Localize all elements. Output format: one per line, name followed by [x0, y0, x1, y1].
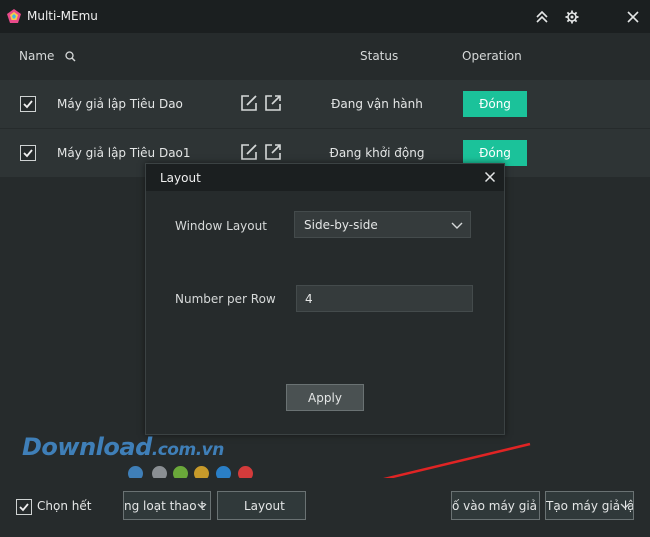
window-layout-value: Side-by-side	[304, 218, 378, 232]
settings-button[interactable]	[562, 7, 582, 27]
edit-icon[interactable]	[240, 94, 258, 112]
row-checkbox[interactable]	[20, 96, 36, 112]
watermark-logo: Download.com.vn	[22, 433, 224, 461]
instance-status: Đang khởi động	[329, 146, 425, 160]
import-emulator-button[interactable]: ố vào máy giả lậ	[451, 491, 540, 520]
batch-operation-button[interactable]: ng loạt thao t	[123, 491, 211, 520]
per-row-label: Number per Row	[175, 292, 276, 306]
layout-dialog: Layout Window Layout Side-by-side Number…	[145, 163, 505, 435]
chevron-down-icon	[620, 503, 630, 509]
chevron-down-icon	[451, 222, 463, 229]
apply-button[interactable]: Apply	[286, 384, 364, 411]
window-title: Multi-MEmu	[27, 9, 98, 23]
batch-operation-label: ng loạt thao t	[124, 499, 206, 513]
memu-logo-icon	[7, 9, 21, 23]
instance-name: Máy giả lập Tiêu Dao1	[57, 146, 191, 160]
window-layout-select[interactable]: Side-by-side	[294, 211, 471, 238]
create-emulator-button[interactable]: Tạo máy giả lậ	[545, 491, 634, 520]
chevron-down-icon	[197, 503, 207, 509]
dialog-title: Layout	[160, 171, 201, 185]
window-close-button[interactable]	[623, 7, 643, 27]
checkmark-icon	[19, 503, 29, 512]
instance-status: Đang vận hành	[331, 97, 423, 111]
column-header-status: Status	[360, 49, 399, 63]
dialog-title-bar: Layout	[146, 164, 504, 191]
list-header: Name Status Operation	[0, 33, 650, 79]
column-header-operation: Operation	[462, 49, 522, 63]
layout-button-label: Layout	[244, 499, 285, 513]
table-row: Máy giả lập Tiêu Dao Đang vận hành Đóng	[0, 80, 650, 128]
close-icon	[627, 11, 639, 23]
select-all-label: Chọn hết	[37, 499, 92, 513]
close-icon[interactable]	[482, 169, 498, 185]
watermark-text: Download	[22, 433, 152, 461]
double-chevron-up-icon	[536, 10, 548, 23]
import-emulator-label: ố vào máy giả lậ	[452, 499, 539, 513]
checkmark-icon	[23, 100, 33, 109]
search-icon[interactable]	[65, 51, 76, 62]
select-all-checkbox[interactable]	[16, 499, 32, 515]
layout-button[interactable]: Layout	[217, 491, 306, 520]
edit-icon[interactable]	[240, 143, 258, 161]
per-row-input[interactable]	[296, 285, 473, 312]
external-link-icon[interactable]	[264, 143, 282, 161]
external-link-icon[interactable]	[264, 94, 282, 112]
close-instance-button[interactable]: Đóng	[463, 91, 527, 117]
title-bar: Multi-MEmu	[0, 0, 650, 33]
window-layout-label: Window Layout	[175, 219, 267, 233]
instance-name: Máy giả lập Tiêu Dao	[57, 97, 183, 111]
gear-icon	[565, 10, 579, 24]
watermark-suffix: .com.vn	[151, 440, 225, 460]
column-header-name: Name	[19, 49, 55, 63]
pin-button[interactable]	[532, 7, 552, 27]
checkmark-icon	[23, 149, 33, 158]
row-checkbox[interactable]	[20, 145, 36, 161]
bottom-toolbar: Chọn hết ng loạt thao t Layout ố vào máy…	[0, 478, 650, 537]
